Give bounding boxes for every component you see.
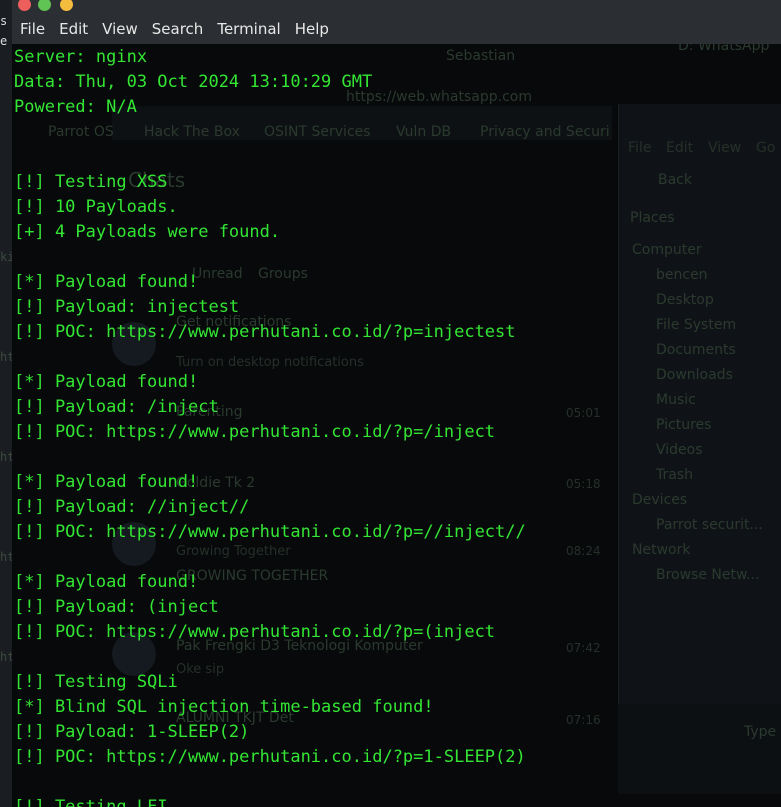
terminal-line: [*] Payload found! — [14, 572, 199, 592]
terminal-line: [!] 10 Payloads. — [14, 197, 178, 217]
terminal-line: [!] Payload: injectest — [14, 297, 240, 317]
menubar: File Edit View Search Terminal Help — [12, 14, 781, 44]
ghost-text: View — [708, 140, 742, 156]
ghost-text: Pictures — [656, 417, 712, 433]
ghost-text: 07:16 — [566, 713, 601, 727]
ghost-text: Music — [656, 392, 696, 408]
ghost-text: Browse Netw... — [656, 567, 760, 583]
ghost-text: Documents — [656, 342, 736, 358]
ghost-text: 07:42 — [566, 641, 601, 655]
edge-text: s — [0, 14, 8, 28]
menu-help[interactable]: Help — [295, 20, 329, 38]
menu-view[interactable]: View — [102, 20, 138, 38]
ghost-bottom-bar — [618, 704, 781, 794]
ghost-text: Type — [744, 724, 777, 740]
ghost-text: File System — [656, 317, 737, 333]
terminal-line: [*] Payload found! — [14, 372, 199, 392]
terminal-line: [!] Payload: 1-SLEEP(2) — [14, 722, 250, 742]
ghost-text: 05:18 — [566, 477, 601, 491]
terminal-line: [*] Payload found! — [14, 272, 199, 292]
edge-text: e — [0, 34, 8, 48]
maximize-button[interactable] — [38, 0, 51, 11]
terminal-line: [*] Payload found! — [14, 472, 199, 492]
terminal-line: [!] POC: https://www.perhutani.co.id/?p=… — [14, 322, 516, 342]
terminal-line: Powered: N/A — [14, 97, 137, 117]
terminal-line: Server: nginx — [14, 47, 148, 67]
terminal-output-area[interactable]: D: WhatsApp Sebastian https://web.whatsa… — [12, 44, 781, 807]
ghost-text: Back — [658, 172, 692, 188]
ghost-text: File — [628, 140, 652, 156]
terminal-line: [!] POC: https://www.perhutani.co.id/?p=… — [14, 422, 496, 442]
terminal-lines: Server: nginx Data: Thu, 03 Oct 2024 13:1… — [14, 45, 526, 807]
terminal-line: Data: Thu, 03 Oct 2024 13:10:29 GMT — [14, 72, 373, 92]
ghost-text: Go — [756, 140, 776, 156]
close-button[interactable] — [18, 0, 31, 11]
menu-terminal[interactable]: Terminal — [217, 20, 280, 38]
terminal-line: [!] Payload: /inject — [14, 397, 219, 417]
terminal-line: [!] POC: https://www.perhutani.co.id/?p=… — [14, 522, 526, 542]
terminal-line: [!] POC: https://www.perhutani.co.id/?p=… — [14, 622, 496, 642]
ghost-text: Videos — [656, 442, 703, 458]
ghost-text: 05:01 — [566, 406, 601, 420]
terminal-line: [!] Testing LFI — [14, 797, 168, 807]
ghost-text: Computer — [632, 242, 702, 258]
ghost-text: Network — [632, 542, 691, 558]
ghost-text: Desktop — [656, 292, 714, 308]
ghost-text: Downloads — [656, 367, 733, 383]
terminal-line: [*] Blind SQL injection time-based found… — [14, 697, 434, 717]
terminal-line: [+] 4 Payloads were found. — [14, 222, 281, 242]
terminal-line: [!] Payload: (inject — [14, 597, 219, 617]
terminal-line: [!] Testing XSS — [14, 172, 168, 192]
minimize-button[interactable] — [60, 0, 73, 11]
ghost-text: Trash — [656, 467, 693, 483]
window-titlebar[interactable] — [12, 0, 781, 14]
menu-edit[interactable]: Edit — [59, 20, 88, 38]
terminal-line: [!] Testing SQLi — [14, 672, 178, 692]
ghost-text: D: WhatsApp — [678, 44, 770, 54]
ghost-file-panel — [618, 104, 781, 704]
terminal-line: [!] Payload: //inject// — [14, 497, 250, 517]
ghost-text: Edit — [666, 140, 694, 156]
ghost-text: Devices — [632, 492, 688, 508]
ghost-text: Places — [630, 210, 675, 226]
ghost-text: 08:24 — [566, 544, 601, 558]
menu-search[interactable]: Search — [152, 20, 204, 38]
terminal-line: [!] POC: https://www.perhutani.co.id/?p=… — [14, 747, 526, 767]
ghost-text: Parrot securit... — [656, 517, 763, 533]
ghost-text: bencen — [656, 267, 708, 283]
menu-file[interactable]: File — [20, 20, 45, 38]
